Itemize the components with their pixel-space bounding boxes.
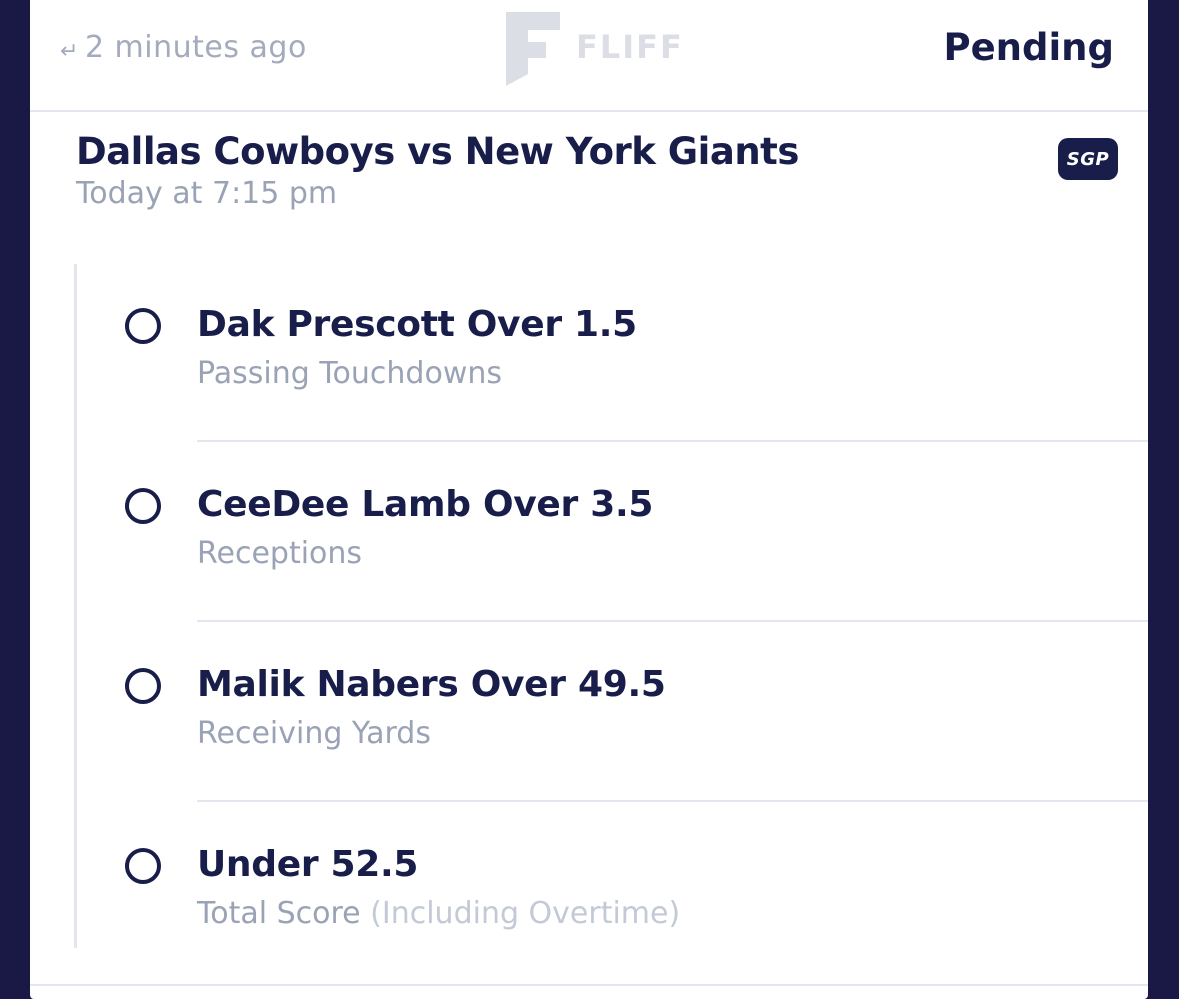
return-arrow-icon: ↵ xyxy=(60,39,79,64)
leg-market-label: Passing Touchdowns xyxy=(197,356,502,391)
parlay-leg[interactable]: Dak Prescott Over 1.5 Passing Touchdowns xyxy=(77,264,1148,444)
parlay-leg[interactable]: Malik Nabers Over 49.5 Receiving Yards xyxy=(77,624,1148,804)
leg-title: Malik Nabers Over 49.5 xyxy=(197,664,666,705)
pending-circle-icon xyxy=(125,848,161,884)
bet-status: Pending xyxy=(943,26,1114,69)
leg-title: CeeDee Lamb Over 3.5 xyxy=(197,484,654,525)
leg-market: Passing Touchdowns xyxy=(197,356,502,391)
leg-market-label: Receiving Yards xyxy=(197,716,431,751)
fliff-logo: FLIFF xyxy=(504,10,684,90)
bet-card: ↵ 2 minutes ago FLIFF Pending Dallas Cow… xyxy=(30,0,1148,999)
parlay-leg[interactable]: Under 52.5 Total Score (Including Overti… xyxy=(77,804,1148,984)
pending-circle-icon xyxy=(125,308,161,344)
card-footer-divider xyxy=(30,984,1148,986)
placed-time: ↵ 2 minutes ago xyxy=(60,30,307,65)
time-ago-label: 2 minutes ago xyxy=(84,30,307,65)
pending-circle-icon xyxy=(125,668,161,704)
leg-divider xyxy=(197,800,1148,802)
leg-divider xyxy=(197,440,1148,442)
parlay-legs: Dak Prescott Over 1.5 Passing Touchdowns… xyxy=(74,264,1148,948)
pending-circle-icon xyxy=(125,488,161,524)
leg-market-label: Receptions xyxy=(197,536,363,571)
game-title[interactable]: Dallas Cowboys vs New York Giants xyxy=(76,130,799,173)
leg-market-label: Total Score xyxy=(197,896,361,931)
sgp-badge: SGP xyxy=(1058,138,1118,180)
fliff-logo-icon xyxy=(506,12,560,86)
leg-market: Receiving Yards xyxy=(197,716,431,751)
leg-market: Total Score (Including Overtime) xyxy=(197,896,680,931)
leg-title: Under 52.5 xyxy=(197,844,419,885)
leg-title: Dak Prescott Over 1.5 xyxy=(197,304,637,345)
bet-card-header: ↵ 2 minutes ago FLIFF Pending xyxy=(30,0,1148,112)
parlay-leg[interactable]: CeeDee Lamb Over 3.5 Receptions xyxy=(77,444,1148,624)
leg-market-note: (Including Overtime) xyxy=(360,896,681,931)
leg-divider xyxy=(197,620,1148,622)
game-time: Today at 7:15 pm xyxy=(76,176,338,211)
fliff-logo-text: FLIFF xyxy=(576,28,684,66)
leg-market: Receptions xyxy=(197,536,362,571)
